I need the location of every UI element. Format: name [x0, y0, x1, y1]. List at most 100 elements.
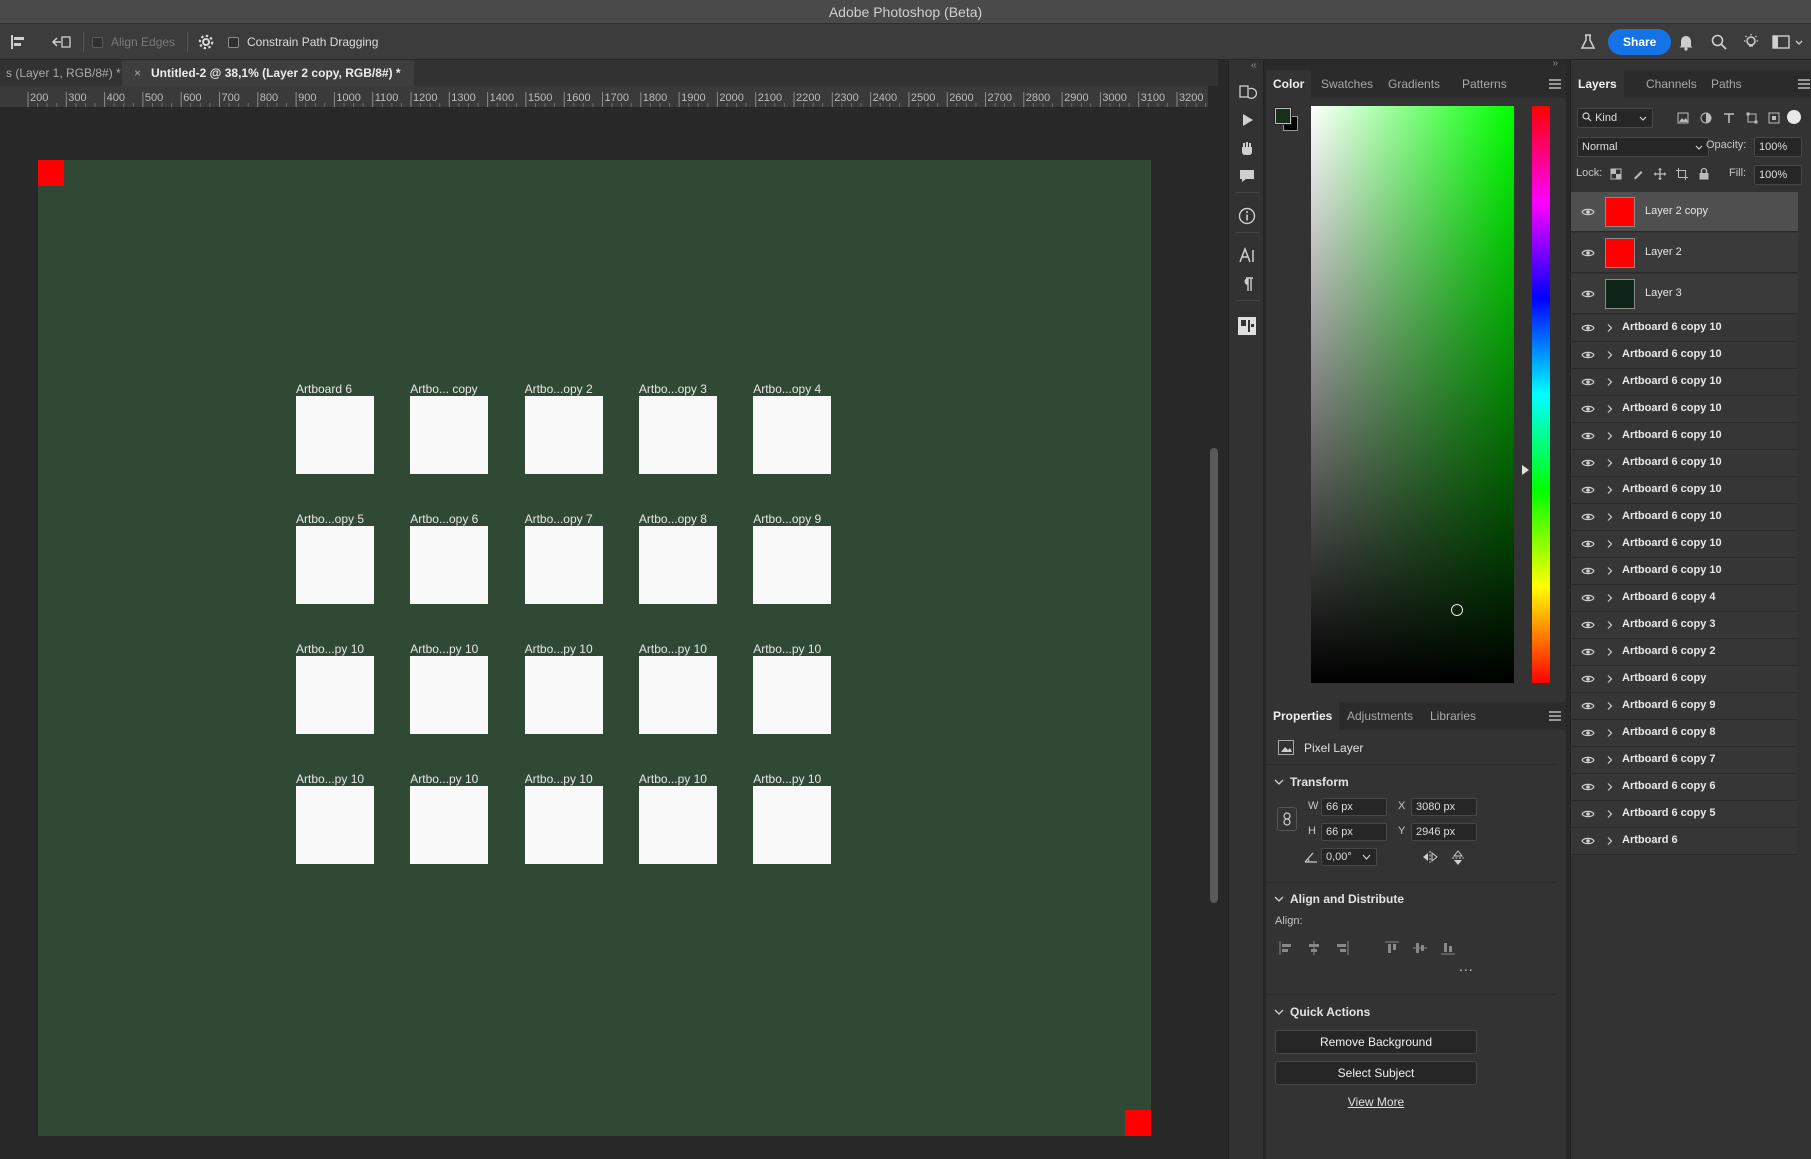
artboard-tile[interactable] [524, 656, 603, 734]
align-bottom-edges-icon[interactable] [1440, 940, 1456, 956]
artboard-title[interactable]: Artbo...opy 2 [525, 382, 593, 396]
filter-smart-object-icon[interactable] [1768, 112, 1780, 124]
artboard-title[interactable]: Artbo...opy 9 [753, 512, 821, 526]
foreground-color-swatch[interactable] [1274, 107, 1292, 125]
fill-field[interactable]: 100% [1754, 165, 1802, 185]
document-tab-2[interactable]: × Untitled-2 @ 38,1% (Layer 2 copy, RGB/8… [122, 60, 414, 86]
artboard-tile[interactable] [296, 656, 374, 734]
artboard-tile[interactable] [410, 396, 489, 474]
panel-menu-icon[interactable] [1549, 79, 1561, 89]
artboard-tile[interactable] [296, 396, 374, 474]
filter-type-icon[interactable] [1723, 112, 1735, 124]
expand-panels-icon[interactable]: » [1552, 58, 1558, 69]
history-icon[interactable] [1237, 82, 1257, 102]
eye-visibility-icon[interactable] [1581, 205, 1595, 219]
eye-visibility-icon[interactable] [1581, 456, 1595, 470]
eye-visibility-icon[interactable] [1581, 375, 1595, 389]
align-right-edges-icon[interactable] [1334, 940, 1350, 956]
eye-visibility-icon[interactable] [1581, 537, 1595, 551]
artboard-layer-row[interactable]: Artboard 6 copy 8 [1571, 720, 1798, 747]
character-icon[interactable] [1237, 246, 1257, 266]
red-square-top-left[interactable] [38, 160, 64, 186]
eye-visibility-icon[interactable] [1581, 780, 1595, 794]
artboard-layer-row[interactable]: Artboard 6 copy 10 [1571, 477, 1798, 504]
chevron-right-icon[interactable] [1605, 566, 1615, 576]
lock-image-pixels-icon[interactable] [1632, 168, 1644, 180]
color-picker-cursor[interactable] [1451, 604, 1463, 616]
panel-menu-icon[interactable] [1549, 711, 1561, 721]
quick-actions-section-header[interactable]: Quick Actions [1274, 1005, 1370, 1019]
artboard-tile[interactable] [296, 786, 374, 864]
lock-all-icon[interactable] [1698, 167, 1710, 180]
tab-adjustments[interactable]: Adjustments [1347, 702, 1413, 730]
eye-visibility-icon[interactable] [1581, 672, 1595, 686]
artboard-layer-row[interactable]: Artboard 6 copy 10 [1571, 504, 1798, 531]
discover-lightbulb-icon[interactable] [1742, 24, 1760, 60]
view-more-link[interactable]: View More [1275, 1095, 1477, 1109]
artboard-title[interactable]: Artbo...py 10 [753, 772, 821, 786]
search-icon[interactable] [1710, 24, 1728, 60]
artboard-title[interactable]: Artbo...opy 4 [753, 382, 821, 396]
select-subject-button[interactable]: Select Subject [1275, 1061, 1477, 1085]
artboard-layer-row[interactable]: Artboard 6 [1571, 828, 1798, 855]
artboard-title[interactable]: Artbo...py 10 [525, 772, 593, 786]
panel-menu-icon[interactable] [1798, 79, 1810, 89]
align-edges-checkbox[interactable] [92, 36, 103, 48]
eye-visibility-icon[interactable] [1581, 287, 1595, 301]
tab-libraries[interactable]: Libraries [1430, 702, 1476, 730]
artboard-title[interactable]: Artbo...py 10 [639, 642, 707, 656]
artboard-title[interactable]: Artbo...opy 8 [639, 512, 707, 526]
chevron-right-icon[interactable] [1605, 458, 1615, 468]
beta-flask-icon[interactable] [1580, 24, 1596, 60]
artboard-tile[interactable] [753, 396, 832, 474]
eye-visibility-icon[interactable] [1581, 807, 1595, 821]
artboard-tile[interactable] [410, 656, 489, 734]
eye-visibility-icon[interactable] [1581, 699, 1595, 713]
eye-visibility-icon[interactable] [1581, 321, 1595, 335]
artboard-tile[interactable] [753, 786, 832, 864]
artboard-title[interactable]: Artbo...py 10 [296, 772, 364, 786]
artboard-layer-row[interactable]: Artboard 6 copy 4 [1571, 585, 1798, 612]
color-picker-field[interactable] [1311, 106, 1514, 683]
link-dimensions-icon[interactable] [1277, 807, 1297, 831]
actions-play-icon[interactable] [1237, 110, 1257, 130]
artboard-layer-row[interactable]: Artboard 6 copy 10 [1571, 531, 1798, 558]
filter-adjustment-icon[interactable] [1700, 112, 1712, 124]
tab-patterns[interactable]: Patterns [1462, 70, 1507, 98]
tab-paths[interactable]: Paths [1711, 70, 1742, 98]
artboard-tile[interactable] [638, 786, 717, 864]
path-arrange-icon[interactable] [50, 24, 72, 60]
artboard-layer-row[interactable]: Artboard 6 copy 3 [1571, 612, 1798, 639]
eye-visibility-icon[interactable] [1581, 246, 1595, 260]
artboard-title[interactable]: Artbo...py 10 [525, 642, 593, 656]
layer-row[interactable]: Layer 2 copy [1571, 192, 1798, 232]
collapse-panels-icon[interactable]: « [1251, 60, 1257, 71]
lock-transparent-pixels-icon[interactable] [1610, 168, 1622, 180]
x-position-field[interactable]: 3080 px [1411, 798, 1477, 816]
chevron-right-icon[interactable] [1605, 728, 1615, 738]
align-section-header[interactable]: Align and Distribute [1274, 892, 1404, 906]
eye-visibility-icon[interactable] [1581, 753, 1595, 767]
eye-visibility-icon[interactable] [1581, 402, 1595, 416]
layer-row[interactable]: Layer 3 [1571, 274, 1798, 314]
chevron-right-icon[interactable] [1605, 377, 1615, 387]
chevron-right-icon[interactable] [1605, 323, 1615, 333]
tab-channels[interactable]: Channels [1646, 70, 1697, 98]
artboard-layer-row[interactable]: Artboard 6 copy 10 [1571, 315, 1798, 342]
artboard-title[interactable]: Artbo...py 10 [410, 642, 478, 656]
hue-slider[interactable] [1532, 106, 1550, 683]
artboard-tile[interactable] [524, 396, 603, 474]
eye-visibility-icon[interactable] [1581, 429, 1595, 443]
tab-properties[interactable]: Properties [1266, 702, 1340, 730]
chevron-right-icon[interactable] [1605, 701, 1615, 711]
artboard-tile[interactable] [638, 396, 717, 474]
gear-icon[interactable] [197, 24, 215, 60]
chevron-right-icon[interactable] [1605, 539, 1615, 549]
artboard-title[interactable]: Artbo...py 10 [296, 642, 364, 656]
artboard-title[interactable]: Artbo...opy 7 [525, 512, 593, 526]
artboard-layer-row[interactable]: Artboard 6 copy 7 [1571, 747, 1798, 774]
chevron-right-icon[interactable] [1605, 512, 1615, 522]
artboard-layer-row[interactable]: Artboard 6 copy 5 [1571, 801, 1798, 828]
close-tab-icon[interactable]: × [134, 66, 141, 80]
align-vertical-centers-icon[interactable] [1412, 940, 1428, 956]
